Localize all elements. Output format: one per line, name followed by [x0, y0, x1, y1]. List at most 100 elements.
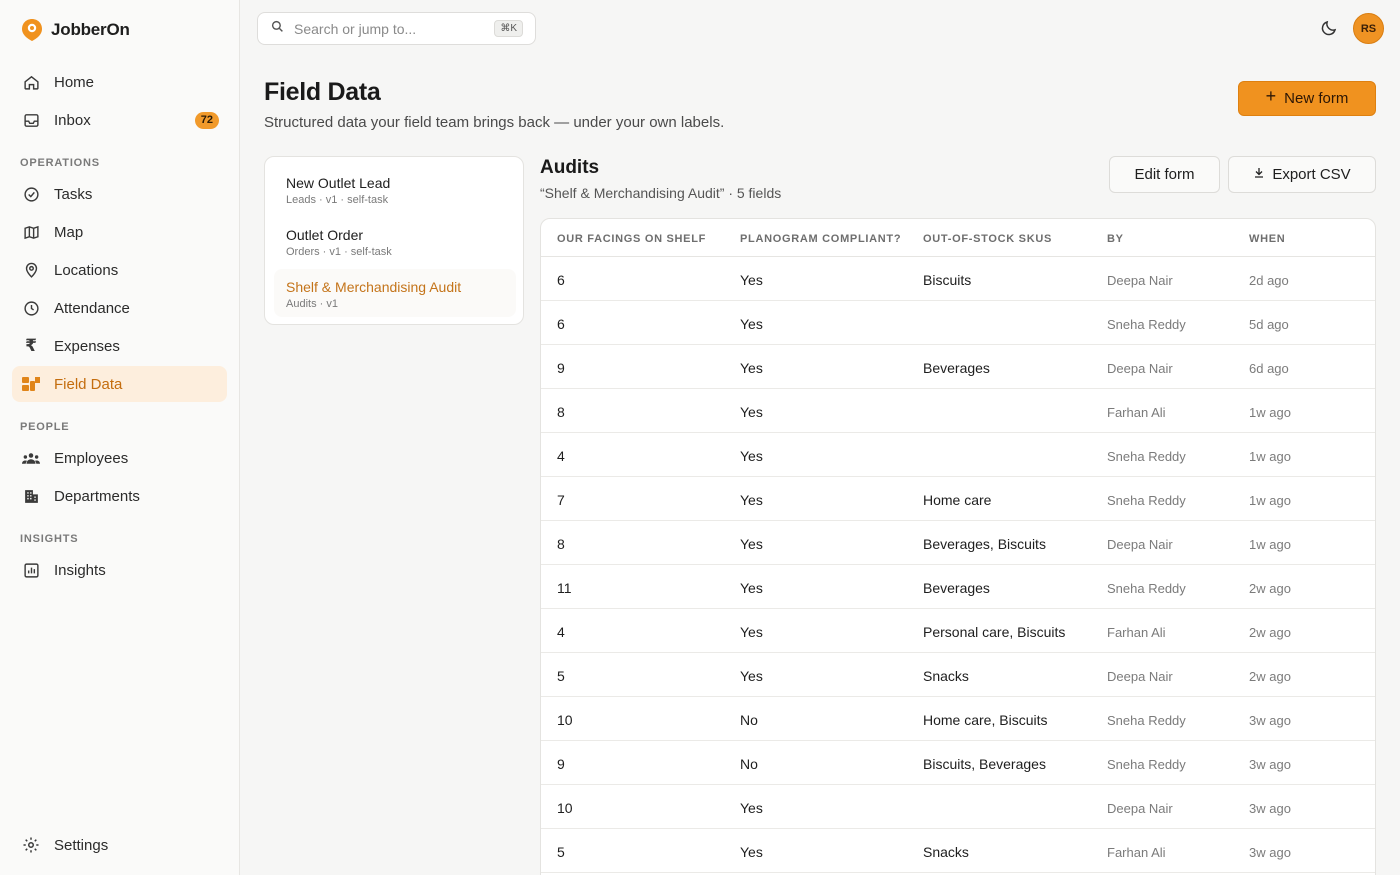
- out-of-stock-cell: Beverages: [923, 360, 990, 376]
- submitted-by-cell: Sneha Reddy: [1107, 317, 1186, 332]
- sidebar-item-departments[interactable]: Departments: [12, 478, 227, 514]
- sidebar-item-employees[interactable]: Employees: [12, 440, 227, 476]
- column-header[interactable]: PLANOGRAM COMPLIANT?: [740, 233, 901, 245]
- form-list-item[interactable]: New Outlet Lead Leads · v1 · self-task: [274, 165, 516, 213]
- search-box[interactable]: ⌘K: [257, 12, 536, 45]
- new-form-button[interactable]: + New form: [1238, 81, 1376, 116]
- submitted-by-cell: Deepa Nair: [1107, 801, 1173, 816]
- sidebar-item-locations[interactable]: Locations: [12, 252, 227, 288]
- facings-cell: 8: [557, 404, 565, 420]
- out-of-stock-cell: Home care, Biscuits: [923, 712, 1048, 728]
- table-row[interactable]: 6 Yes Sneha Reddy 5d ago: [541, 301, 1375, 345]
- map-icon: [22, 223, 40, 241]
- sidebar-item-label: Employees: [54, 449, 129, 467]
- compliant-cell: Yes: [740, 492, 763, 508]
- table-row[interactable]: 5 Yes Snacks Deepa Nair 2w ago: [541, 653, 1375, 697]
- form-meta: Leads · v1 · self-task: [286, 194, 389, 206]
- form-name: Shelf & Merchandising Audit: [286, 279, 462, 295]
- sidebar-item-attendance[interactable]: Attendance: [12, 290, 227, 326]
- form-list-item[interactable]: Outlet Order Orders · v1 · self-task: [274, 217, 516, 265]
- gear-icon: [22, 836, 40, 854]
- sidebar-item-label: Inbox: [54, 111, 91, 129]
- submitted-when-cell: 3w ago: [1249, 713, 1291, 728]
- page-title: Field Data: [264, 78, 381, 106]
- compliant-cell: Yes: [740, 272, 763, 288]
- sidebar-item-expenses[interactable]: ₹ Expenses: [12, 328, 227, 364]
- check-circle-icon: [22, 185, 40, 203]
- search-input[interactable]: [294, 20, 484, 37]
- out-of-stock-cell: Biscuits: [923, 272, 972, 288]
- sidebar-item-field-data[interactable]: Field Data: [12, 366, 227, 402]
- table-row[interactable]: 6 Yes Biscuits Deepa Nair 2d ago: [541, 257, 1375, 301]
- out-of-stock-cell: Snacks: [923, 844, 969, 860]
- table-row[interactable]: 9 Yes Beverages Deepa Nair 6d ago: [541, 345, 1375, 389]
- facings-cell: 10: [557, 800, 573, 816]
- submitted-by-cell: Sneha Reddy: [1107, 581, 1186, 596]
- theme-toggle-button[interactable]: [1320, 19, 1340, 39]
- out-of-stock-cell: Snacks: [923, 668, 969, 684]
- search-shortcut-hint: ⌘K: [494, 20, 523, 37]
- sidebar-item-label: Tasks: [54, 185, 93, 203]
- form-list-item-active[interactable]: Shelf & Merchandising Audit Audits · v1: [274, 269, 516, 317]
- facings-cell: 11: [557, 580, 572, 596]
- submitted-by-cell: Deepa Nair: [1107, 273, 1173, 288]
- out-of-stock-cell: Personal care, Biscuits: [923, 624, 1066, 640]
- submitted-when-cell: 2w ago: [1249, 669, 1291, 684]
- edit-form-button[interactable]: Edit form: [1109, 156, 1220, 193]
- submissions-table: OUR FACINGS ON SHELF PLANOGRAM COMPLIANT…: [540, 218, 1376, 875]
- brand-logo-icon: [22, 19, 42, 41]
- column-header[interactable]: OUR FACINGS ON SHELF: [557, 233, 706, 245]
- compliant-cell: No: [740, 712, 758, 728]
- out-of-stock-cell: Beverages, Biscuits: [923, 536, 1046, 552]
- column-header[interactable]: BY: [1107, 233, 1124, 245]
- sidebar-item-label: Departments: [54, 487, 140, 505]
- table-row[interactable]: 11 Yes Beverages Sneha Reddy 2w ago: [541, 565, 1375, 609]
- export-csv-button[interactable]: Export CSV: [1228, 156, 1376, 193]
- inbox-icon: [22, 111, 40, 129]
- section-label-insights: INSIGHTS: [20, 533, 79, 545]
- table-row[interactable]: 10 Yes Deepa Nair 3w ago: [541, 785, 1375, 829]
- sidebar-item-label: Locations: [54, 261, 119, 279]
- submitted-by-cell: Deepa Nair: [1107, 669, 1173, 684]
- sidebar-item-inbox[interactable]: Inbox 72: [12, 102, 227, 138]
- rupee-icon: ₹: [25, 336, 37, 355]
- out-of-stock-cell: Biscuits, Beverages: [923, 756, 1046, 772]
- section-label-operations: OPERATIONS: [20, 157, 100, 169]
- table-row[interactable]: 8 Yes Farhan Ali 1w ago: [541, 389, 1375, 433]
- people-icon: [22, 449, 40, 467]
- field-data-icon: [22, 375, 40, 393]
- table-row[interactable]: 5 Yes Snacks Farhan Ali 3w ago: [541, 829, 1375, 873]
- compliant-cell: Yes: [740, 536, 763, 552]
- form-list: New Outlet Lead Leads · v1 · self-task O…: [264, 156, 524, 325]
- sidebar-item-home[interactable]: Home: [12, 64, 227, 100]
- submitted-when-cell: 1w ago: [1249, 493, 1291, 508]
- column-header[interactable]: WHEN: [1249, 233, 1285, 245]
- facings-cell: 6: [557, 316, 565, 332]
- compliant-cell: Yes: [740, 404, 763, 420]
- form-meta: Orders · v1 · self-task: [286, 246, 392, 258]
- table-row[interactable]: 9 No Biscuits, Beverages Sneha Reddy 3w ago: [541, 741, 1375, 785]
- facings-cell: 4: [557, 624, 565, 640]
- download-icon: [1253, 166, 1265, 183]
- user-avatar[interactable]: RS: [1353, 13, 1384, 44]
- submitted-by-cell: Deepa Nair: [1107, 361, 1173, 376]
- submitted-by-cell: Farhan Ali: [1107, 845, 1166, 860]
- facings-cell: 8: [557, 536, 565, 552]
- submitted-by-cell: Farhan Ali: [1107, 405, 1166, 420]
- sidebar-item-settings[interactable]: Settings: [12, 827, 227, 863]
- brand[interactable]: JobberOn: [21, 18, 130, 42]
- moon-icon: [1321, 20, 1337, 36]
- submitted-when-cell: 3w ago: [1249, 801, 1291, 816]
- sidebar-item-insights[interactable]: Insights: [12, 552, 227, 588]
- table-row[interactable]: 4 Yes Personal care, Biscuits Farhan Ali 2w …: [541, 609, 1375, 653]
- column-header[interactable]: OUT-OF-STOCK SKUS: [923, 233, 1052, 245]
- edit-form-label: Edit form: [1134, 166, 1195, 183]
- table-row[interactable]: 7 Yes Home care Sneha Reddy 1w ago: [541, 477, 1375, 521]
- form-detail-title: Audits: [540, 157, 600, 178]
- table-row[interactable]: 4 Yes Sneha Reddy 1w ago: [541, 433, 1375, 477]
- sidebar-item-map[interactable]: Map: [12, 214, 227, 250]
- table-row[interactable]: 8 Yes Beverages, Biscuits Deepa Nair 1w ago: [541, 521, 1375, 565]
- table-row[interactable]: 10 No Home care, Biscuits Sneha Reddy 3w ago: [541, 697, 1375, 741]
- sidebar-item-tasks[interactable]: Tasks: [12, 176, 227, 212]
- out-of-stock-cell: Home care: [923, 492, 992, 508]
